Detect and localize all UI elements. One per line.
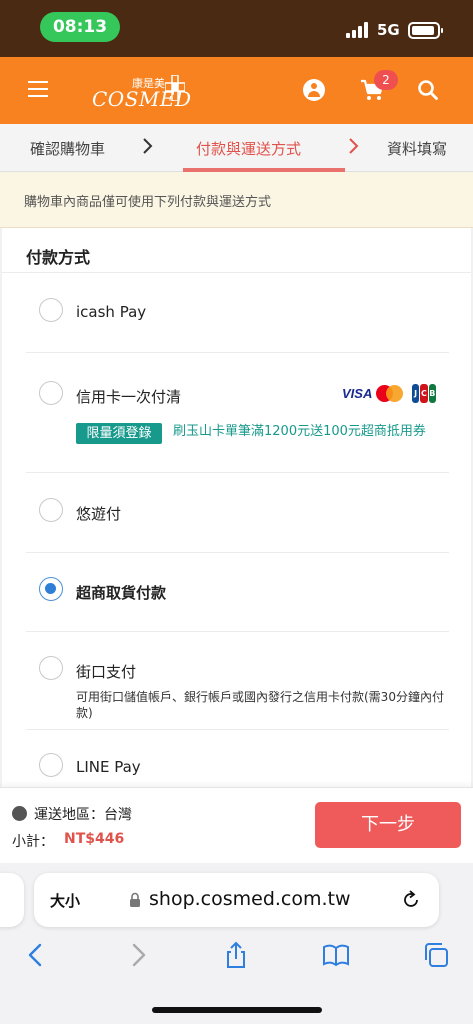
status-time: 08:13 xyxy=(40,12,120,42)
checkout-steps: 確認購物車 付款與運送方式 資料填寫 xyxy=(0,124,473,172)
next-step-button[interactable]: 下一步 xyxy=(315,802,461,848)
payment-option-store-pickup[interactable]: 超商取貨付款 xyxy=(26,553,449,632)
visa-logo: VISA xyxy=(342,386,373,401)
payment-option-credit-card[interactable]: 信用卡一次付清 VISA JCB 限量須登錄 刷玉山卡單筆滿1200元送100元… xyxy=(26,353,449,473)
jcb-logo: JCB xyxy=(412,384,436,403)
chevron-right-icon xyxy=(349,138,359,154)
promo-badge: 限量須登錄 xyxy=(76,423,162,444)
subtotal-label: 小計： xyxy=(12,834,54,850)
text-size-button[interactable]: 大小 xyxy=(50,890,80,911)
search-icon[interactable] xyxy=(417,79,439,101)
radio-store-pickup[interactable] xyxy=(39,577,63,601)
radio-easy-wallet[interactable] xyxy=(39,498,63,522)
home-indicator xyxy=(152,1007,322,1013)
radio-icash-pay[interactable] xyxy=(39,298,63,322)
address-bar[interactable]: 大小 shop.cosmed.com.tw xyxy=(34,873,439,927)
browser-toolbar: 大小 shop.cosmed.com.tw xyxy=(0,863,473,1024)
site-header: 康是美 COSMED xyxy=(0,57,473,124)
radio-line-pay[interactable] xyxy=(39,753,63,777)
option-label: 街口支付 xyxy=(76,663,137,681)
battery-icon xyxy=(408,22,443,39)
payment-notice: 購物車內商品僅可使用下列付款與運送方式 xyxy=(0,172,473,228)
share-icon[interactable] xyxy=(222,941,250,969)
radio-jkopay[interactable] xyxy=(39,656,63,680)
option-label: 超商取貨付款 xyxy=(76,584,167,602)
menu-icon[interactable] xyxy=(28,81,48,97)
bookmarks-icon[interactable] xyxy=(322,941,350,969)
order-summary-bar: 運送地區：台灣 小計： NT$446 下一步 xyxy=(0,787,473,863)
radio-credit-card[interactable] xyxy=(39,381,63,405)
option-description: 可用街口儲值帳戶、銀行帳戶或國內發行之信用卡付款(需30分鐘內付款) xyxy=(76,690,444,720)
subtotal-value: NT$446 xyxy=(64,831,125,847)
payment-option-line-pay[interactable]: LINE Pay xyxy=(26,730,449,788)
payment-option-icash-pay[interactable]: icash Pay xyxy=(26,273,449,353)
mastercard-logo-overlap xyxy=(386,385,403,402)
payment-option-easy-wallet[interactable]: 悠遊付 xyxy=(26,473,449,553)
option-label: LINE Pay xyxy=(76,758,141,776)
previous-tab-peek[interactable] xyxy=(0,873,24,927)
logo-cross-icon xyxy=(165,75,185,101)
shipping-region: 運送地區：台灣 xyxy=(34,807,132,823)
option-label: 信用卡一次付清 xyxy=(76,388,182,406)
step-fill-info[interactable]: 資料填寫 xyxy=(387,138,447,159)
url-text[interactable]: shop.cosmed.com.tw xyxy=(149,888,351,910)
option-label: 悠遊付 xyxy=(76,505,122,523)
account-icon[interactable] xyxy=(303,79,325,101)
chevron-right-icon xyxy=(143,138,153,154)
network-label: 5G xyxy=(377,21,400,39)
promo-text[interactable]: 刷玉山卡單筆滿1200元送100元超商抵用券 xyxy=(173,422,443,442)
tabs-icon[interactable] xyxy=(422,941,450,969)
globe-icon xyxy=(12,806,27,821)
cart-count-badge: 2 xyxy=(374,70,398,90)
section-title: 付款方式 xyxy=(26,248,91,267)
step-confirm-cart[interactable]: 確認購物車 xyxy=(30,138,105,159)
cosmed-logo[interactable]: 康是美 COSMED xyxy=(92,73,192,113)
signal-icon xyxy=(346,22,372,38)
forward-icon[interactable] xyxy=(124,941,152,969)
back-icon[interactable] xyxy=(22,941,50,969)
notice-text: 購物車內商品僅可使用下列付款與運送方式 xyxy=(24,195,272,210)
card-logos: VISA JCB xyxy=(342,383,442,405)
option-label: icash Pay xyxy=(76,303,147,321)
reload-icon[interactable] xyxy=(400,889,422,911)
step-payment-shipping[interactable]: 付款與運送方式 xyxy=(196,138,301,159)
lock-icon xyxy=(130,892,140,907)
payment-option-jkopay[interactable]: 街口支付 可用街口儲值帳戶、銀行帳戶或國內發行之信用卡付款(需30分鐘內付款) xyxy=(26,632,449,730)
status-bar: 08:13 5G xyxy=(0,0,473,57)
payment-methods-section: 付款方式 icash Pay 信用卡一次付清 VISA JCB 限量須登錄 刷玉… xyxy=(0,228,473,788)
